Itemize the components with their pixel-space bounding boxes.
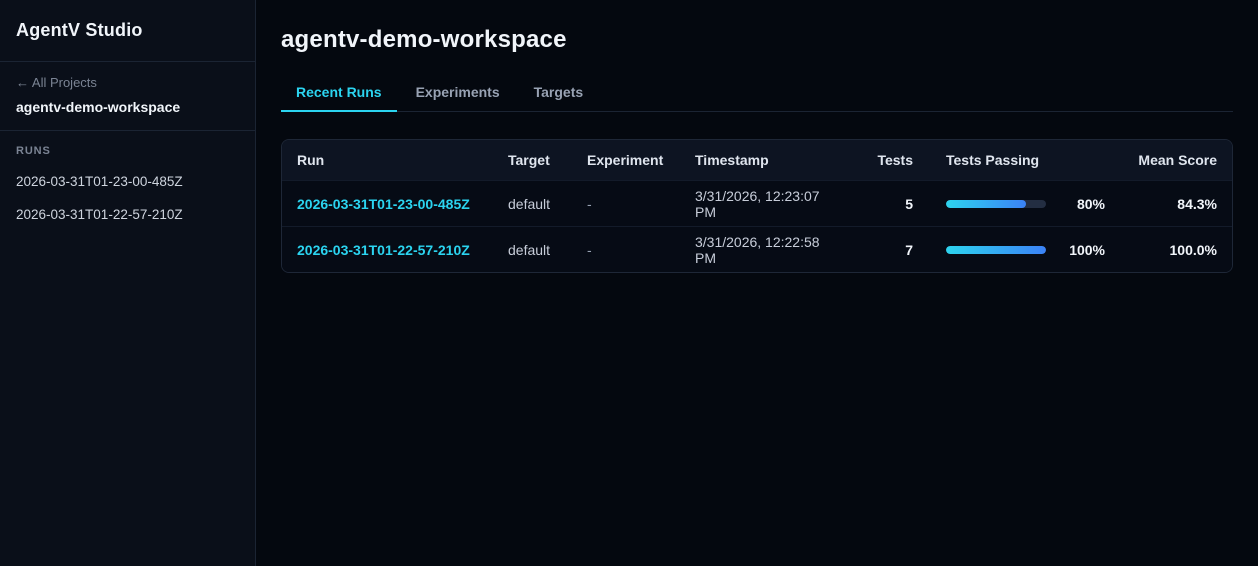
tab-bar: Recent Runs Experiments Targets bbox=[281, 84, 1233, 112]
column-header-timestamp: Timestamp bbox=[695, 152, 769, 168]
runs-list: 2026-03-31T01-23-00-485Z 2026-03-31T01-22… bbox=[0, 165, 255, 231]
column-header-experiment: Experiment bbox=[587, 152, 664, 168]
runs-table: Run Target Experiment Timestamp Tests Te… bbox=[281, 139, 1233, 273]
table-row: 2026-03-31T01-22-57-210Z default - 3/31/… bbox=[282, 226, 1232, 272]
sidebar: AgentV Studio ← All Projects agentv-demo… bbox=[0, 0, 256, 566]
timestamp-cell: 3/31/2026, 12:22:58 PM bbox=[695, 233, 820, 266]
progress-bar-fill bbox=[946, 199, 1026, 208]
mean-score-cell: 100.0% bbox=[1169, 241, 1217, 258]
app-title: AgentV Studio bbox=[16, 20, 143, 40]
tests-cell: 7 bbox=[905, 241, 913, 258]
run-link[interactable]: 2026-03-31T01-23-00-485Z bbox=[297, 196, 470, 212]
all-projects-link[interactable]: ← All Projects bbox=[16, 75, 239, 90]
main-content: agentv-demo-workspace Recent Runs Experim… bbox=[256, 0, 1258, 566]
passing-percent-label: 80% bbox=[1076, 195, 1105, 212]
run-link[interactable]: 2026-03-31T01-22-57-210Z bbox=[297, 242, 470, 258]
sidebar-project-section: ← All Projects agentv-demo-workspace bbox=[0, 62, 255, 131]
table-body: 2026-03-31T01-23-00-485Z default - 3/31/… bbox=[282, 180, 1232, 272]
progress-bar-track bbox=[946, 245, 1046, 254]
tab-recent-runs[interactable]: Recent Runs bbox=[281, 84, 397, 112]
tests-passing-cell: 80% bbox=[913, 196, 1105, 212]
sidebar-header: AgentV Studio bbox=[0, 0, 255, 62]
progress-bar-track bbox=[946, 199, 1046, 208]
tab-targets[interactable]: Targets bbox=[519, 84, 599, 112]
tests-passing-cell: 100% bbox=[913, 242, 1105, 258]
progress-bar-fill bbox=[946, 245, 1046, 254]
tab-experiments[interactable]: Experiments bbox=[401, 84, 515, 112]
tests-cell: 5 bbox=[905, 195, 913, 212]
column-header-target: Target bbox=[508, 152, 550, 168]
target-cell: default bbox=[508, 241, 551, 258]
timestamp-cell: 3/31/2026, 12:23:07 PM bbox=[695, 187, 820, 220]
column-header-tests-passing: Tests Passing bbox=[946, 152, 1040, 168]
runs-section-label: RUNS bbox=[16, 145, 51, 157]
sidebar-run-item[interactable]: 2026-03-31T01-22-57-210Z bbox=[0, 198, 255, 231]
column-header-run: Run bbox=[297, 152, 325, 168]
target-cell: default bbox=[508, 195, 551, 212]
table-header-row: Run Target Experiment Timestamp Tests Te… bbox=[282, 140, 1232, 180]
table-row: 2026-03-31T01-23-00-485Z default - 3/31/… bbox=[282, 180, 1232, 226]
experiment-cell: - bbox=[587, 195, 592, 212]
column-header-mean-score: Mean Score bbox=[1138, 152, 1217, 168]
column-header-tests: Tests bbox=[877, 152, 913, 168]
page-title: agentv-demo-workspace bbox=[281, 26, 567, 53]
experiment-cell: - bbox=[587, 241, 592, 258]
sidebar-runs-section: RUNS 2026-03-31T01-23-00-485Z 2026-03-31T… bbox=[0, 131, 255, 231]
sidebar-run-item[interactable]: 2026-03-31T01-23-00-485Z bbox=[0, 165, 255, 198]
mean-score-cell: 84.3% bbox=[1177, 195, 1217, 212]
sidebar-workspace-name: agentv-demo-workspace bbox=[16, 99, 181, 115]
passing-percent-label: 100% bbox=[1069, 241, 1105, 258]
